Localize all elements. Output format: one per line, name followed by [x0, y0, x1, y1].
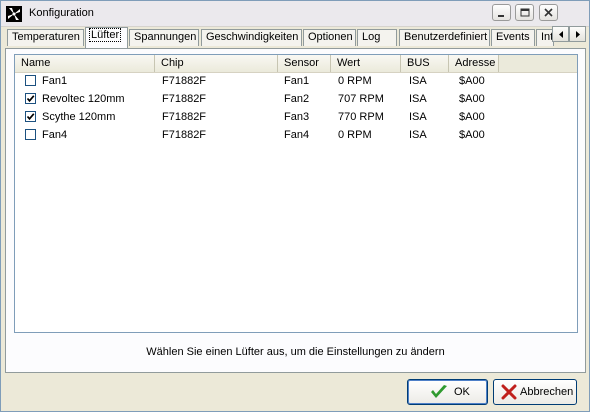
- hint-text: Wählen Sie einen Lüfter aus, um die Eins…: [146, 346, 445, 358]
- list-header: Name Chip Sensor Wert BUS Adresse: [15, 55, 577, 73]
- cell-bus: ISA: [409, 75, 427, 87]
- cell-wert: 770 RPM: [338, 111, 384, 123]
- cell-wert: 0 RPM: [338, 75, 372, 87]
- cell-sensor: Fan1: [284, 75, 310, 87]
- cell-chip: F71882F: [162, 93, 207, 105]
- ok-button[interactable]: OK: [407, 379, 488, 405]
- tab-strip: Temperaturen Lüfter Spannungen Geschwind…: [1, 27, 589, 48]
- arrow-left-icon: [559, 31, 563, 38]
- table-row[interactable]: Fan1 F71882F Fan1 0 RPM ISA $A00: [15, 72, 577, 90]
- cell-sensor: Fan3: [284, 111, 310, 123]
- maximize-button[interactable]: [515, 4, 534, 21]
- cancel-button[interactable]: Abbrechen: [493, 379, 577, 405]
- cell-name: Fan4: [42, 129, 68, 141]
- arrow-right-icon: [576, 31, 580, 38]
- cell-bus: ISA: [409, 129, 427, 141]
- window-title: Konfiguration: [29, 7, 94, 19]
- cell-sensor: Fan4: [284, 129, 310, 141]
- table-row[interactable]: Revoltec 120mm F71882F Fan2 707 RPM ISA …: [15, 90, 577, 108]
- table-row[interactable]: Fan4 F71882F Fan4 0 RPM ISA $A00: [15, 126, 577, 144]
- cell-bus: ISA: [409, 111, 427, 123]
- x-icon: [501, 384, 517, 400]
- cell-name: Revoltec 120mm: [42, 93, 125, 105]
- tab-luefter[interactable]: Lüfter: [85, 27, 128, 48]
- row-checkbox[interactable]: [25, 75, 36, 86]
- cell-wert: 707 RPM: [338, 93, 384, 105]
- cell-wert: 0 RPM: [338, 129, 372, 141]
- column-header-name[interactable]: Name: [15, 55, 155, 72]
- tab-benutzerdefiniert[interactable]: Benutzerdefiniert: [399, 29, 490, 46]
- tab-log[interactable]: Log: [357, 29, 397, 46]
- cell-adresse: $A00: [459, 111, 485, 123]
- checkmark-icon: [26, 113, 35, 121]
- tab-scroll-left-button[interactable]: [552, 26, 569, 42]
- row-checkbox[interactable]: [25, 93, 36, 104]
- title-bar[interactable]: Konfiguration: [1, 1, 589, 27]
- tab-spannungen[interactable]: Spannungen: [129, 29, 199, 46]
- minimize-button[interactable]: [492, 4, 511, 21]
- tab-scroll-right-button[interactable]: [569, 26, 586, 42]
- cell-name: Fan1: [42, 75, 68, 87]
- fan-list[interactable]: Name Chip Sensor Wert BUS Adresse Fan1 F…: [14, 54, 578, 333]
- minimize-icon: [498, 15, 504, 17]
- table-row[interactable]: Scythe 120mm F71882F Fan3 770 RPM ISA $A…: [15, 108, 577, 126]
- tab-events[interactable]: Events: [491, 29, 535, 46]
- tab-optionen[interactable]: Optionen: [303, 29, 356, 46]
- column-header-wert[interactable]: Wert: [331, 55, 401, 72]
- tab-panel-luefter: Name Chip Sensor Wert BUS Adresse Fan1 F…: [5, 48, 586, 373]
- column-header-chip[interactable]: Chip: [155, 55, 278, 72]
- checkmark-icon: [431, 385, 447, 398]
- column-header-sensor[interactable]: Sensor: [278, 55, 331, 72]
- column-header-adresse[interactable]: Adresse: [449, 55, 499, 72]
- cell-chip: F71882F: [162, 129, 207, 141]
- tab-geschwindigkeiten[interactable]: Geschwindigkeiten: [201, 29, 302, 46]
- cell-chip: F71882F: [162, 75, 207, 87]
- maximize-icon: [520, 8, 530, 17]
- checkmark-icon: [26, 95, 35, 103]
- close-button[interactable]: [539, 4, 558, 21]
- tab-scroll-buttons: [552, 26, 586, 42]
- column-header-bus[interactable]: BUS: [401, 55, 449, 72]
- cell-adresse: $A00: [459, 129, 485, 141]
- tab-temperaturen[interactable]: Temperaturen: [7, 29, 84, 46]
- config-window: Konfiguration Temperaturen Lüfter Spannu…: [0, 0, 590, 412]
- cell-adresse: $A00: [459, 75, 485, 87]
- cell-chip: F71882F: [162, 111, 207, 123]
- close-icon: [544, 8, 553, 17]
- cell-adresse: $A00: [459, 93, 485, 105]
- cell-bus: ISA: [409, 93, 427, 105]
- cell-name: Scythe 120mm: [42, 111, 116, 123]
- row-checkbox[interactable]: [25, 111, 36, 122]
- row-checkbox[interactable]: [25, 129, 36, 140]
- cell-sensor: Fan2: [284, 93, 310, 105]
- fan-logo-icon: [6, 6, 22, 22]
